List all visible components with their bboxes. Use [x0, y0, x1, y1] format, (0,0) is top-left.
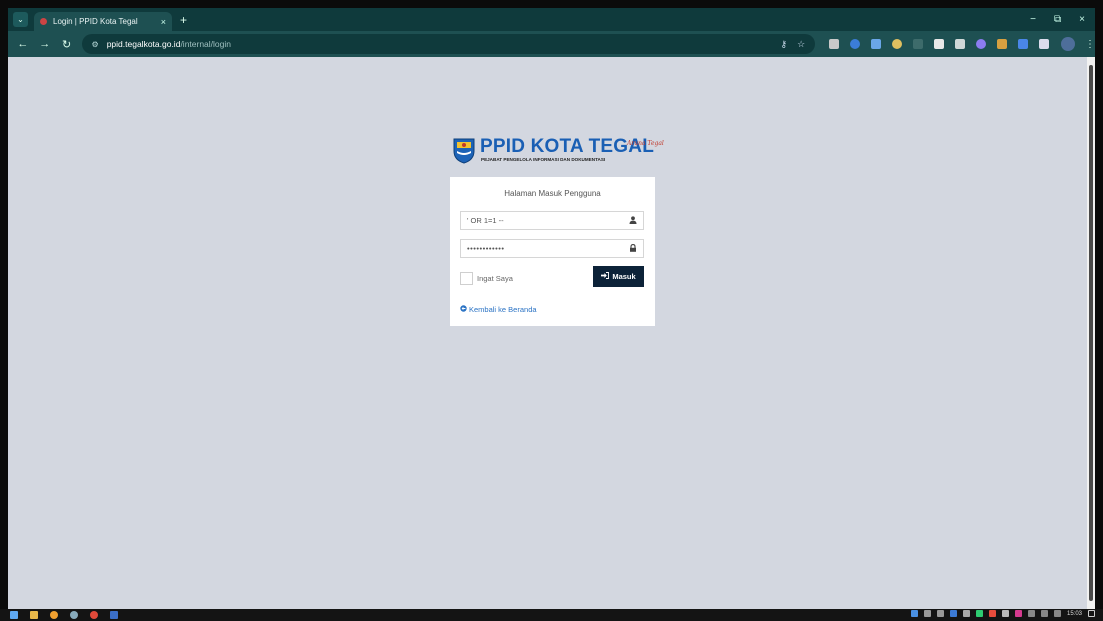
browser-menu-icon[interactable]: ⋮: [1085, 39, 1095, 50]
extension-icon[interactable]: [892, 39, 903, 49]
tray-icon[interactable]: [923, 610, 931, 617]
extension-icon[interactable]: [976, 39, 987, 49]
tray-icon[interactable]: [949, 610, 957, 617]
os-taskbar: 15:03: [0, 609, 1103, 621]
tray-icon[interactable]: [1027, 610, 1035, 617]
tab-close-icon[interactable]: ×: [161, 17, 166, 27]
network-icon[interactable]: [1040, 610, 1048, 617]
profile-avatar-icon[interactable]: [1061, 37, 1076, 51]
address-bar[interactable]: ⚙ ppid.tegalkota.go.id /internal/login ⚷…: [81, 34, 816, 54]
extension-icon[interactable]: [829, 39, 840, 49]
extension-icon[interactable]: [850, 39, 861, 49]
app-icon[interactable]: [110, 611, 118, 619]
password-value: ••••••••••••: [467, 244, 505, 253]
app-icon[interactable]: [70, 611, 78, 619]
address-bar-tools: ⚷ ☆: [781, 39, 806, 50]
start-windows-icon[interactable]: [10, 611, 18, 619]
chrome-icon[interactable]: [90, 611, 98, 619]
back-arrow-icon[interactable]: ←: [16, 38, 30, 50]
new-tab-button[interactable]: +: [180, 13, 187, 27]
taskbar-apps: [10, 611, 118, 619]
password-field[interactable]: ••••••••••••: [460, 239, 644, 258]
tray-icon[interactable]: [988, 610, 996, 617]
tab-search-icon[interactable]: ⌄: [13, 12, 28, 27]
city-emblem-icon: [453, 138, 475, 164]
remember-me-label: Ingat Saya: [477, 274, 513, 283]
bookmark-star-icon[interactable]: ☆: [797, 39, 805, 50]
arrow-circle-left-icon: [460, 305, 467, 314]
tab-title: Login | PPID Kota Tegal: [53, 17, 138, 26]
file-explorer-icon[interactable]: [30, 611, 38, 619]
brand-subtitle: PEJABAT PENGELOLA INFORMASI DAN DOKUMENT…: [481, 157, 606, 162]
close-window-button[interactable]: ×: [1079, 14, 1085, 25]
login-heading: Halaman Masuk Pengguna: [504, 189, 601, 198]
volume-icon[interactable]: [1053, 610, 1061, 617]
extension-icon[interactable]: [955, 39, 966, 49]
url-host: ppid.tegalkota.go.id: [106, 39, 181, 49]
tray-icon[interactable]: [962, 610, 970, 617]
lock-icon: [629, 243, 637, 254]
sign-in-icon: [601, 272, 610, 281]
tray-icon[interactable]: [1014, 610, 1022, 617]
extension-icon[interactable]: [1018, 39, 1029, 49]
site-favicon-icon: [40, 18, 47, 25]
restore-button[interactable]: ⧉: [1054, 14, 1061, 25]
extension-icon[interactable]: [871, 39, 882, 49]
notifications-icon[interactable]: [1088, 610, 1095, 617]
back-to-home-label: Kembali ke Beranda: [469, 305, 537, 314]
forward-arrow-icon[interactable]: →: [38, 38, 52, 50]
extensions-bar: [829, 39, 1050, 49]
login-submit-label: Masuk: [612, 272, 636, 281]
site-settings-icon[interactable]: ⚙: [92, 40, 99, 49]
scrollbar-thumb[interactable]: [1089, 65, 1093, 601]
page-viewport: PPID KOTA TEGAL PEJABAT PENGELOLA INFORM…: [8, 57, 1095, 609]
username-field[interactable]: ' OR 1=1 --: [460, 211, 644, 230]
extension-icon[interactable]: [913, 39, 924, 49]
remember-me[interactable]: Ingat Saya: [460, 272, 513, 285]
browser-tab-bar: ⌄ Login | PPID Kota Tegal × + − ⧉ ×: [8, 8, 1095, 31]
extensions-puzzle-icon[interactable]: [1039, 39, 1050, 49]
username-value: ' OR 1=1 --: [467, 216, 504, 225]
firefox-icon[interactable]: [50, 611, 58, 619]
browser-toolbar: ← → ↻ ⚙ ppid.tegalkota.go.id /internal/l…: [8, 31, 1095, 57]
tray-icon[interactable]: [910, 610, 918, 617]
site-brand: PPID KOTA TEGAL PEJABAT PENGELOLA INFORM…: [452, 136, 664, 166]
clock-time[interactable]: 15:03: [1067, 611, 1082, 617]
extension-icon[interactable]: [934, 39, 945, 49]
browser-tab-active[interactable]: Login | PPID Kota Tegal ×: [34, 12, 172, 31]
system-tray: 15:03: [910, 610, 1095, 617]
window-controls: − ⧉ ×: [1030, 14, 1095, 25]
back-to-home-link[interactable]: Kembali ke Beranda: [460, 305, 537, 314]
remember-me-checkbox[interactable]: [460, 272, 473, 285]
reload-icon[interactable]: ↻: [60, 38, 74, 51]
tray-icon[interactable]: [975, 610, 983, 617]
login-submit-button[interactable]: Masuk: [593, 266, 644, 287]
tray-icon[interactable]: [1001, 610, 1009, 617]
page-scrollbar[interactable]: [1087, 57, 1095, 609]
minimize-button[interactable]: −: [1030, 14, 1036, 25]
url-path: /internal/login: [180, 39, 231, 49]
login-card: Halaman Masuk Pengguna ' OR 1=1 -- •••••…: [450, 177, 655, 326]
tray-icon[interactable]: [936, 610, 944, 617]
brand-tagline: Aruna Tegal: [627, 140, 664, 147]
password-key-icon[interactable]: ⚷: [781, 39, 788, 50]
user-icon: [629, 215, 637, 226]
extension-icon[interactable]: [997, 39, 1008, 49]
